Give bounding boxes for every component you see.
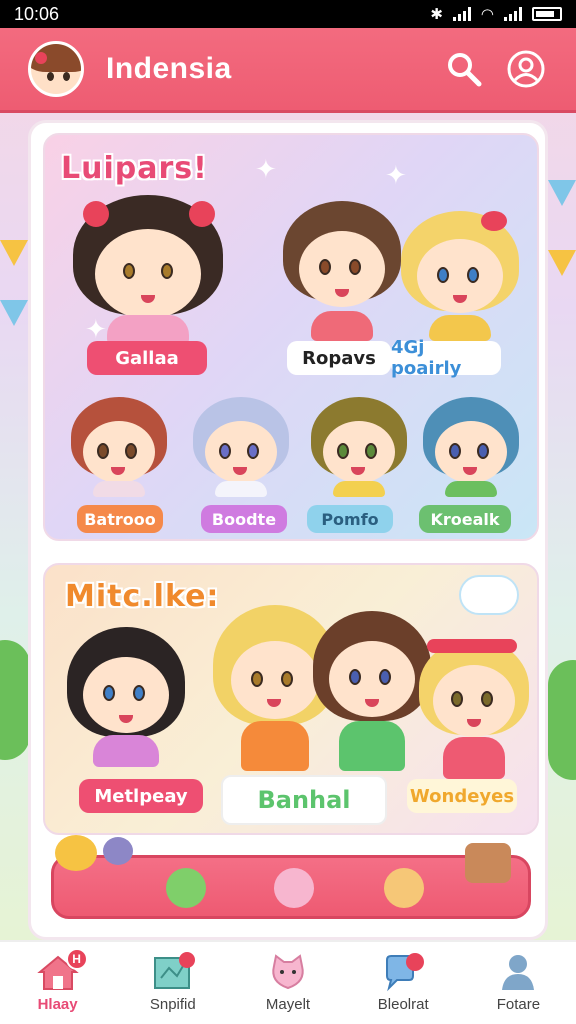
- nav-label: Bleolrat: [377, 996, 429, 1013]
- nav-label: Fotare: [496, 996, 541, 1013]
- search-icon: [448, 53, 482, 87]
- nav-fotare[interactable]: Fotare: [461, 942, 576, 1024]
- user-profile-icon: [507, 50, 545, 88]
- bunting-flag: [0, 300, 28, 326]
- notification-badge: H: [65, 948, 88, 970]
- panel-title: Mitc.lke:: [65, 579, 220, 614]
- profile-button[interactable]: [504, 47, 548, 91]
- character-red-hair[interactable]: [71, 397, 167, 497]
- character-teal-hair[interactable]: [423, 397, 519, 497]
- character-brown-hair[interactable]: [283, 201, 401, 341]
- app-header: Indensia: [0, 28, 576, 110]
- chat-bubble-icon: [381, 952, 425, 992]
- label-poairly[interactable]: 4Gj poairly: [391, 337, 501, 379]
- status-icons: ✱ ◠: [430, 5, 562, 23]
- bucket-decor-icon: [465, 843, 511, 883]
- label-pomfo[interactable]: Pomfo: [307, 505, 393, 533]
- tree-decor: [0, 640, 30, 760]
- monster-decor-icon: [103, 837, 133, 865]
- sparkle-icon: ✦: [255, 155, 277, 185]
- frog-sticker-icon[interactable]: [166, 868, 206, 908]
- nav-label: Hlaay: [37, 996, 78, 1013]
- character-black-hair[interactable]: [67, 627, 185, 767]
- nav-mayelt[interactable]: Mayelt: [230, 942, 345, 1024]
- bluetooth-icon: ✱: [430, 6, 443, 23]
- bunting-flag: [548, 250, 576, 276]
- cat-face-icon: [266, 952, 310, 992]
- label-batrooo[interactable]: Batrooo: [77, 505, 163, 533]
- panel-title: Luipars!: [61, 151, 208, 186]
- label-banhal[interactable]: Banhal: [221, 775, 387, 825]
- sticker-bar[interactable]: [51, 855, 531, 919]
- battery-icon: [532, 7, 562, 21]
- label-gallaa[interactable]: Gallaa: [87, 341, 207, 375]
- character-blonde-red-bow[interactable]: [419, 639, 529, 779]
- app-title: Indensia: [106, 52, 232, 85]
- main-card: Luipars! ✦ ✦ ✦ Gallaa Ropavs 4Gj poairly…: [28, 120, 548, 940]
- map-icon: [151, 952, 195, 992]
- cloud-mascot-icon: [459, 575, 519, 615]
- status-time: 10:06: [14, 3, 60, 24]
- nav-snpifid[interactable]: Snpifid: [115, 942, 230, 1024]
- nav-label: Mayelt: [265, 996, 311, 1013]
- label-wondeyes[interactable]: Wondeyes: [407, 779, 517, 813]
- nav-label: Snpifid: [149, 996, 196, 1013]
- character-dark-hair[interactable]: [73, 195, 223, 345]
- avatar[interactable]: [28, 41, 84, 97]
- bunny-sticker-icon[interactable]: [274, 868, 314, 908]
- signal-icon: [452, 7, 471, 21]
- label-kroealk[interactable]: Kroealk: [419, 505, 511, 533]
- bunting-flag: [0, 240, 28, 266]
- character-silver-hair[interactable]: [193, 397, 289, 497]
- character-brown-bob[interactable]: [313, 611, 431, 771]
- chick-decor-icon: [55, 835, 97, 871]
- bunting-flag: [548, 180, 576, 206]
- signal-icon: [504, 7, 522, 21]
- label-metlpeay[interactable]: Metlpeay: [79, 779, 203, 813]
- character-panel-1[interactable]: Luipars! ✦ ✦ ✦ Gallaa Ropavs 4Gj poairly…: [43, 133, 539, 541]
- character-panel-2[interactable]: Mitc.lke: Metlpeay Banhal Wondeyes: [43, 563, 539, 835]
- character-blonde-hair[interactable]: [401, 211, 519, 341]
- label-boodte[interactable]: Boodte: [201, 505, 287, 533]
- character-olive-hair[interactable]: [311, 397, 407, 497]
- nav-bleolrat[interactable]: Bleolrat: [346, 942, 461, 1024]
- search-button[interactable]: [442, 47, 486, 91]
- wifi-icon: ◠: [480, 6, 494, 23]
- cat-sticker-icon[interactable]: [384, 868, 424, 908]
- home-icon: H: [36, 948, 88, 992]
- label-ropavs[interactable]: Ropavs: [287, 341, 391, 375]
- bottom-nav: H Hlaay Snpifid Mayelt Bleolrat Fotare: [0, 940, 576, 1024]
- user-icon: [496, 952, 540, 992]
- nav-home[interactable]: H Hlaay: [0, 942, 115, 1024]
- sparkle-icon: ✦: [385, 161, 407, 191]
- status-bar: 10:06 ✱ ◠: [0, 0, 576, 28]
- tree-decor: [548, 660, 576, 780]
